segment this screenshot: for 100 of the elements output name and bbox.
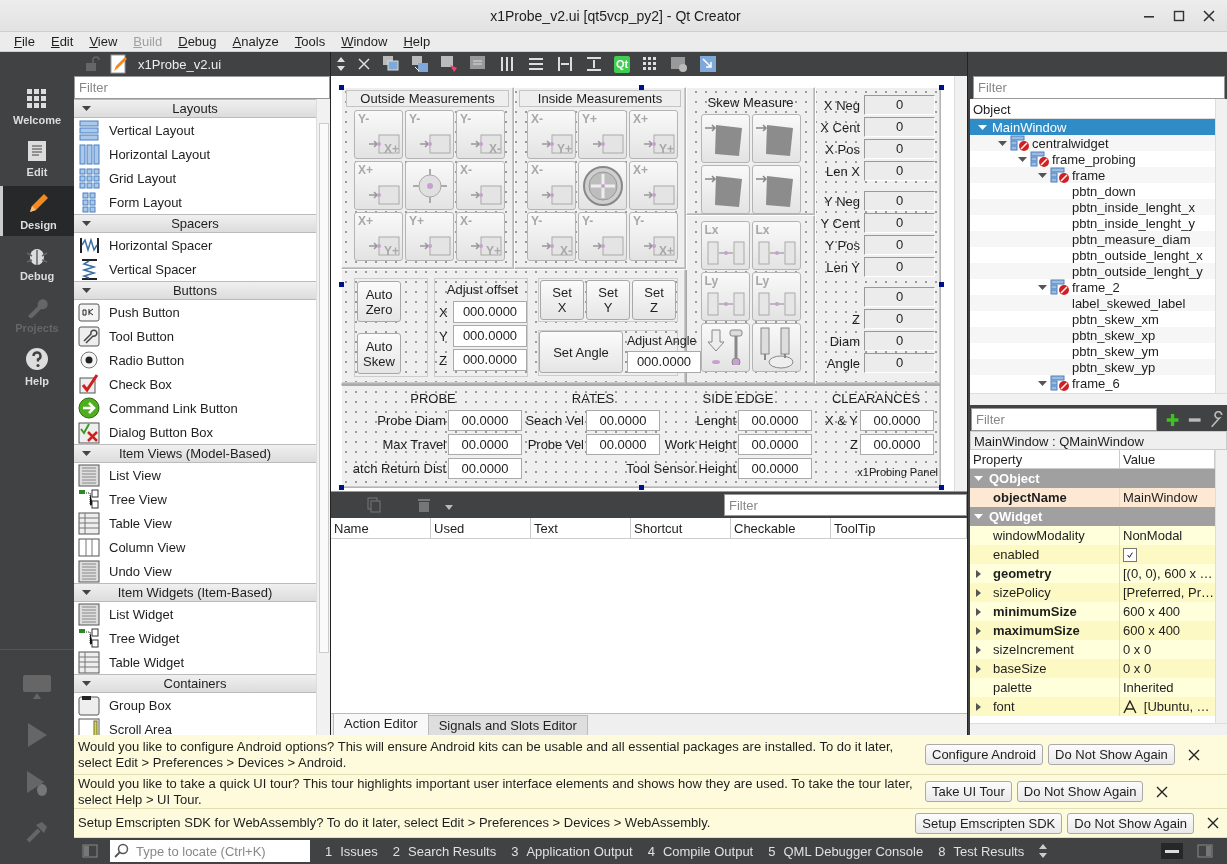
- widget-item[interactable]: Column View: [74, 535, 316, 559]
- number-field[interactable]: 000.0000: [453, 301, 527, 323]
- locator-field[interactable]: Type to locate (Ctrl+K): [110, 840, 310, 862]
- push-button[interactable]: Auto Zero: [357, 281, 401, 322]
- tree-item[interactable]: pbtn_outside_lenght_x: [970, 247, 1215, 263]
- probe-button[interactable]: [751, 114, 801, 163]
- probe-button[interactable]: [578, 161, 627, 210]
- number-field[interactable]: 000.0000: [627, 351, 701, 373]
- widget-item[interactable]: Dialog Button Box: [74, 420, 316, 444]
- scrollbar[interactable]: [970, 393, 1227, 405]
- widget-item[interactable]: Table Widget: [74, 650, 316, 674]
- widget-item[interactable]: Undo View: [74, 559, 316, 583]
- widget-item[interactable]: Grid Layout: [74, 166, 316, 190]
- close-icon[interactable]: [1207, 817, 1219, 829]
- output-pane-button[interactable]: 2 Search Results: [392, 843, 497, 859]
- close-icon[interactable]: [1201, 8, 1217, 24]
- expand-arrow-icon[interactable]: [974, 664, 982, 673]
- property-name[interactable]: sizePolicy: [990, 583, 1054, 602]
- tree-item[interactable]: label_skewed_label: [970, 295, 1215, 311]
- widget-item[interactable]: Horizontal Layout: [74, 142, 316, 166]
- filter-field[interactable]: Filter: [971, 408, 1157, 431]
- value-cell[interactable]: [(0, 0), 600 x …: [1120, 564, 1215, 583]
- category-header[interactable]: Spacers: [74, 214, 316, 233]
- expand-arrow-icon[interactable]: [974, 588, 982, 597]
- widget-item[interactable]: Push Button: [74, 300, 316, 324]
- tree-item[interactable]: centralwidget: [970, 135, 1215, 151]
- widget-item[interactable]: Table View: [74, 511, 316, 535]
- value-cell[interactable]: 600 x 400: [1120, 621, 1215, 640]
- number-field[interactable]: 00.0000: [738, 457, 812, 479]
- selection-handle[interactable]: [939, 485, 944, 490]
- property-name[interactable]: objectName: [990, 488, 1070, 507]
- grid-icon[interactable]: [641, 55, 659, 73]
- category-header[interactable]: Item Widgets (Item-Based): [74, 583, 316, 602]
- push-button[interactable]: Take UI Tour: [925, 781, 1012, 802]
- checkbox[interactable]: [1123, 547, 1137, 562]
- rows-icon[interactable]: [527, 55, 545, 73]
- number-field[interactable]: 00.0000: [860, 409, 934, 431]
- menu-item[interactable]: File: [6, 32, 43, 51]
- sort-arrows-icon[interactable]: [1038, 843, 1049, 859]
- push-button[interactable]: Setup Emscripten SDK: [915, 812, 1063, 834]
- mode-button[interactable]: Welcome: [0, 82, 74, 132]
- mode-button[interactable]: Help: [0, 342, 74, 392]
- widget-item[interactable]: Horizontal Spacer: [74, 233, 316, 257]
- widget-item[interactable]: Check Box: [74, 372, 316, 396]
- tree-item[interactable]: pbtn_outside_lenght_y: [970, 263, 1215, 279]
- tree-item[interactable]: pbtn_skew_ym: [970, 343, 1215, 359]
- menu-item[interactable]: View: [81, 32, 126, 51]
- scrollbar[interactable]: [1215, 99, 1227, 393]
- window-stack-icon[interactable]: [382, 55, 400, 73]
- number-field[interactable]: 00.0000: [448, 409, 522, 431]
- expand-arrow-icon[interactable]: [974, 626, 982, 635]
- widget-item[interactable]: Form Layout: [74, 190, 316, 214]
- sidebar-toggle-icon[interactable]: [82, 843, 98, 859]
- sort-arrows-icon[interactable]: [336, 56, 346, 72]
- widget-item[interactable]: List View: [74, 463, 316, 487]
- value-cell[interactable]: [Ubuntu, …: [1120, 697, 1215, 716]
- close-icon[interactable]: [1156, 785, 1169, 798]
- selection-handle[interactable]: [339, 85, 344, 90]
- menu-item[interactable]: Window: [333, 32, 396, 51]
- number-field[interactable]: 00.0000: [586, 409, 660, 431]
- tree-item[interactable]: frame_6: [970, 375, 1215, 391]
- property-name[interactable]: sizeIncrement: [990, 640, 1077, 659]
- value-cell[interactable]: 0 x 0: [1120, 640, 1215, 659]
- probe-button[interactable]: [700, 323, 750, 372]
- filter-field[interactable]: Filter: [74, 76, 330, 99]
- tree-item[interactable]: frame_2: [970, 279, 1215, 295]
- menu-item[interactable]: Help: [395, 32, 439, 51]
- push-button[interactable]: Do Not Show Again: [1067, 812, 1194, 834]
- probe-button[interactable]: [700, 165, 750, 214]
- push-button[interactable]: Do Not Show Again: [1048, 744, 1175, 765]
- collapse-arrow-icon[interactable]: [1037, 282, 1047, 292]
- number-field[interactable]: 00.0000: [586, 433, 660, 455]
- progress-toggle-icon[interactable]: [1161, 843, 1183, 859]
- value-cell[interactable]: NonModal: [1120, 526, 1215, 545]
- scrollbar[interactable]: [316, 99, 330, 735]
- widget-item[interactable]: Vertical Spacer: [74, 257, 316, 281]
- property-name[interactable]: baseSize: [990, 659, 1050, 678]
- value-cell[interactable]: [Preferred, Pr…: [1120, 583, 1215, 602]
- tree-item[interactable]: pbtn_measure_diam: [970, 231, 1215, 247]
- tab[interactable]: Signals and Slots Editor: [427, 715, 588, 735]
- category-header[interactable]: Layouts: [74, 99, 316, 118]
- scrollbar[interactable]: [954, 76, 967, 491]
- close-icon[interactable]: [1187, 748, 1200, 761]
- widget-item[interactable]: Group Box: [74, 693, 316, 717]
- output-pane-button[interactable]: 4 Compile Output: [647, 843, 754, 859]
- wrench-icon[interactable]: [1209, 410, 1223, 429]
- push-button[interactable]: Auto Skew: [357, 333, 401, 374]
- column-header[interactable]: Name: [331, 518, 431, 539]
- selection-handle[interactable]: [339, 485, 344, 490]
- sidebar-toggle-icon[interactable]: [1197, 843, 1213, 859]
- selection-handle[interactable]: [939, 282, 944, 287]
- tree-item[interactable]: frame_probing: [970, 151, 1215, 167]
- window-tag-icon[interactable]: [440, 55, 458, 73]
- property-name[interactable]: maximumSize: [990, 621, 1083, 640]
- tree-item[interactable]: pbtn_skew_xm: [970, 311, 1215, 327]
- expand-arrow-icon[interactable]: [974, 569, 982, 578]
- filter-field[interactable]: Filter: [973, 76, 1225, 99]
- caret-icon[interactable]: [445, 504, 453, 510]
- widget-item[interactable]: List Widget: [74, 602, 316, 626]
- tree-item[interactable]: MainWindow: [970, 119, 1215, 135]
